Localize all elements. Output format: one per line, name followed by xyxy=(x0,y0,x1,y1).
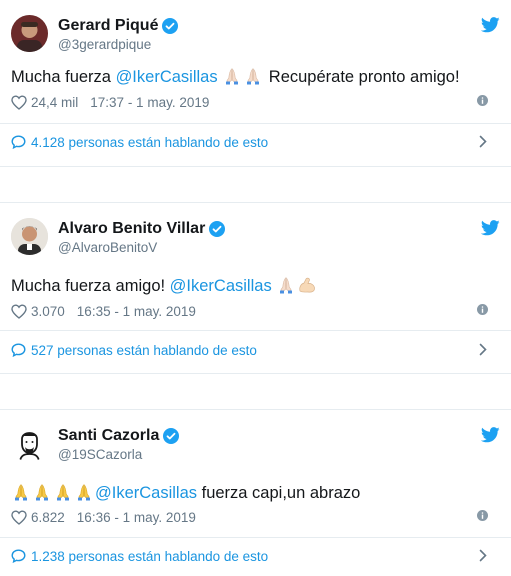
author-name[interactable]: Santi Cazorla xyxy=(58,427,159,445)
chevron-right-icon[interactable] xyxy=(479,549,487,562)
reply-bubble-icon xyxy=(11,343,26,357)
folded-hands-icon xyxy=(243,67,263,85)
tweet-meta: 24,4 mil 17:37 - 1 may. 2019 xyxy=(11,93,500,111)
twitter-bird-icon[interactable] xyxy=(481,427,500,443)
mention-link[interactable]: @IkerCasillas xyxy=(116,68,218,86)
avatar[interactable] xyxy=(11,425,48,462)
conversation-count[interactable]: 4.128 personas están hablando de esto xyxy=(31,135,268,150)
tweet-text: Mucha fuerza amigo! @IkerCasillas xyxy=(11,275,500,297)
twitter-bird-icon[interactable] xyxy=(481,17,500,33)
verified-badge-icon xyxy=(163,428,180,444)
tweet-text-part: fuerza capi,un abrazo xyxy=(197,484,361,502)
tweet-card[interactable]: Santi Cazorla @19SCazorla @IkerCasillas … xyxy=(0,409,511,576)
heart-icon[interactable] xyxy=(11,94,27,110)
author-handle[interactable]: @AlvaroBenitoV xyxy=(58,240,157,255)
tweet-header: Santi Cazorla @19SCazorla xyxy=(11,425,500,465)
tweet-text: Mucha fuerza @IkerCasillas Recupérate pr… xyxy=(11,66,500,88)
author-name[interactable]: Gerard Piqué xyxy=(58,17,158,35)
folded-hands-icon xyxy=(11,483,31,501)
reply-bubble-icon xyxy=(11,549,26,563)
conversation-count[interactable]: 1.238 personas están hablando de esto xyxy=(31,549,268,564)
divider xyxy=(0,123,511,124)
info-icon[interactable] xyxy=(477,95,488,106)
conversation-link[interactable]: 4.128 personas están hablando de esto xyxy=(11,132,500,152)
folded-hands-icon xyxy=(276,276,296,294)
flexed-biceps-icon xyxy=(297,276,317,294)
timestamp[interactable]: 16:36 - 1 may. 2019 xyxy=(77,510,196,525)
tweet-header: Gerard Piqué @3gerardpique xyxy=(11,15,500,55)
like-count[interactable]: 6.822 xyxy=(31,510,65,525)
timestamp[interactable]: 17:37 - 1 may. 2019 xyxy=(90,95,209,110)
avatar[interactable] xyxy=(11,15,48,52)
tweet-meta: 3.070 16:35 - 1 may. 2019 xyxy=(11,302,500,320)
folded-hands-icon xyxy=(222,67,242,85)
reply-bubble-icon xyxy=(11,135,26,149)
tweet-text-part: Mucha fuerza amigo! xyxy=(11,277,170,295)
like-count[interactable]: 3.070 xyxy=(31,304,65,319)
tweet-text: @IkerCasillas fuerza capi,un abrazo xyxy=(11,482,500,504)
twitter-bird-icon[interactable] xyxy=(481,220,500,236)
author-handle[interactable]: @3gerardpique xyxy=(58,37,151,52)
mention-link[interactable]: @IkerCasillas xyxy=(95,484,197,502)
tweet-card[interactable]: Gerard Piqué @3gerardpique Mucha fuerza … xyxy=(0,0,511,167)
tweet-text-part: Mucha fuerza xyxy=(11,68,116,86)
verified-badge-icon xyxy=(162,18,179,34)
folded-hands-icon xyxy=(53,483,73,501)
info-icon[interactable] xyxy=(477,510,488,521)
timestamp[interactable]: 16:35 - 1 may. 2019 xyxy=(77,304,196,319)
divider xyxy=(0,330,511,331)
tweet-text-part: Recupérate pronto amigo! xyxy=(264,68,460,86)
info-icon[interactable] xyxy=(477,304,488,315)
author-name[interactable]: Alvaro Benito Villar xyxy=(58,220,205,238)
heart-icon[interactable] xyxy=(11,509,27,525)
author-handle[interactable]: @19SCazorla xyxy=(58,447,142,462)
mention-link[interactable]: @IkerCasillas xyxy=(170,277,272,295)
tweet-card[interactable]: Alvaro Benito Villar @AlvaroBenitoV Much… xyxy=(0,202,511,374)
chevron-right-icon[interactable] xyxy=(479,343,487,356)
conversation-count[interactable]: 527 personas están hablando de esto xyxy=(31,343,257,358)
like-count[interactable]: 24,4 mil xyxy=(31,95,78,110)
conversation-link[interactable]: 527 personas están hablando de esto xyxy=(11,340,500,360)
folded-hands-icon xyxy=(74,483,94,501)
divider xyxy=(0,537,511,538)
conversation-link[interactable]: 1.238 personas están hablando de esto xyxy=(11,546,500,566)
heart-icon[interactable] xyxy=(11,303,27,319)
tweet-meta: 6.822 16:36 - 1 may. 2019 xyxy=(11,508,500,526)
avatar[interactable] xyxy=(11,218,48,255)
tweet-header: Alvaro Benito Villar @AlvaroBenitoV xyxy=(11,218,500,258)
chevron-right-icon[interactable] xyxy=(479,135,487,148)
verified-badge-icon xyxy=(209,221,226,237)
folded-hands-icon xyxy=(32,483,52,501)
